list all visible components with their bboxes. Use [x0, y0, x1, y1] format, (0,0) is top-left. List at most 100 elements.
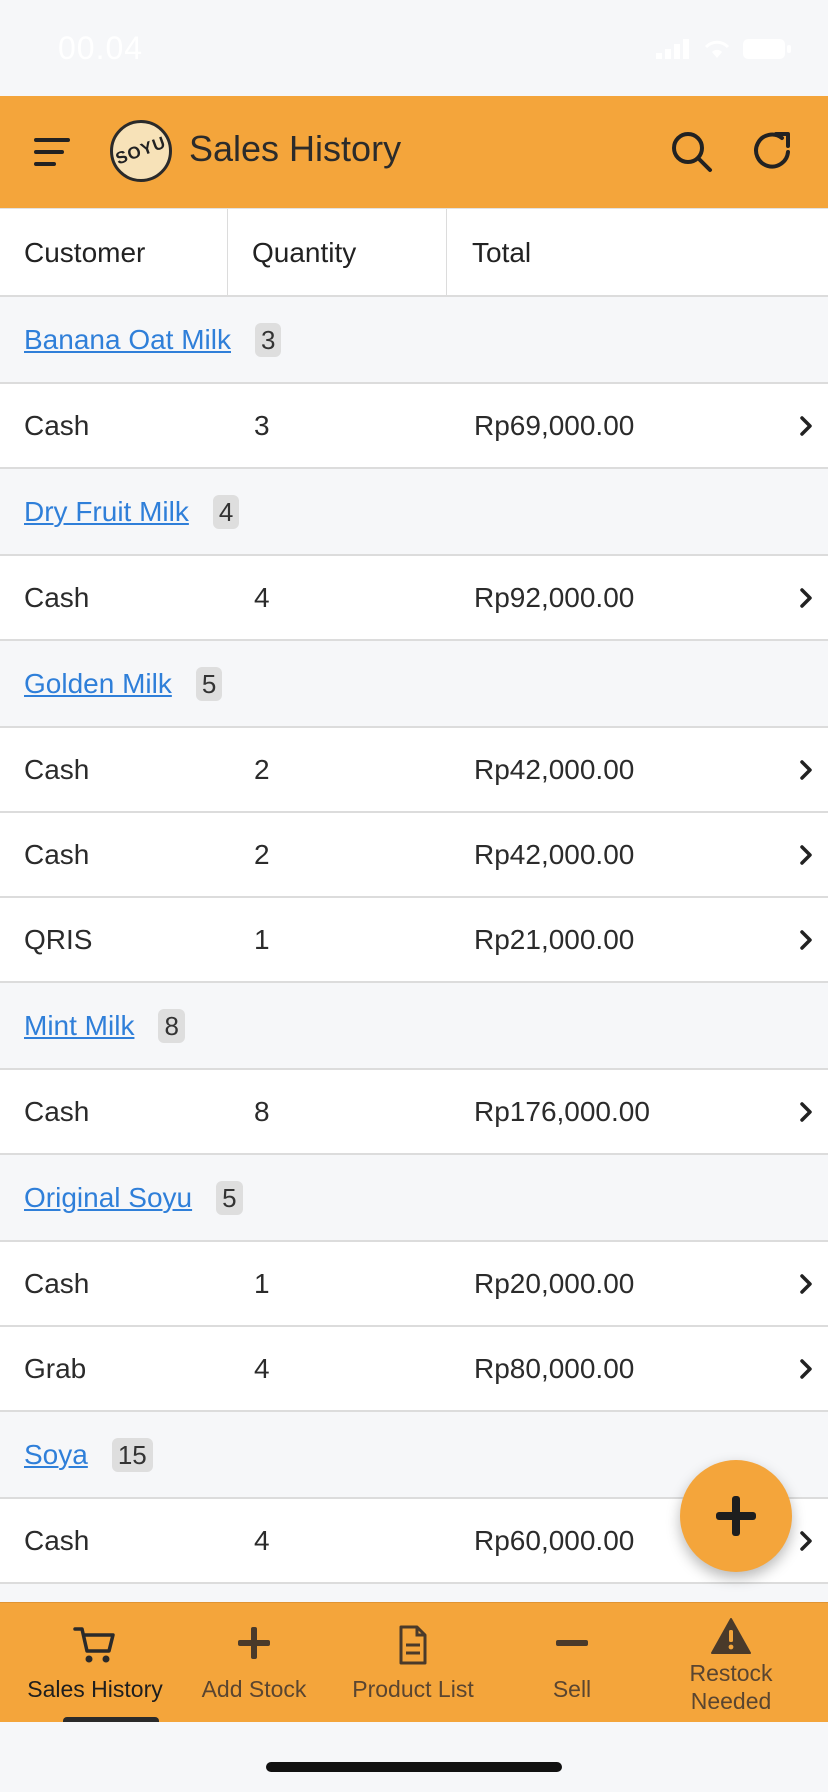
group-count-badge: 4: [212, 494, 240, 529]
cell-total: Rp176,000.00: [474, 1096, 650, 1127]
chevron-right-icon: [800, 588, 812, 608]
chevron-right-icon: [800, 1102, 812, 1122]
column-divider: [446, 209, 447, 296]
group-header: Golden Milk 5: [0, 641, 828, 728]
nav-item-sales-history[interactable]: Sales History: [15, 1603, 175, 1725]
group-link[interactable]: Soya: [24, 1439, 88, 1471]
group-link[interactable]: Original Soyu: [24, 1182, 192, 1214]
refresh-icon: [754, 132, 790, 169]
cell-customer: Cash: [24, 582, 90, 613]
search-icon: [672, 132, 712, 172]
column-divider: [227, 209, 228, 296]
nav-label: Add Stock: [201, 1676, 307, 1702]
cell-quantity: 8: [254, 1096, 270, 1127]
group-link[interactable]: Mint Milk: [24, 1010, 134, 1042]
table-row[interactable]: Cash 1 Rp20,000.00: [0, 1242, 828, 1327]
table-row[interactable]: Cash 2 Rp42,000.00: [0, 813, 828, 898]
cell-customer: Cash: [24, 1525, 90, 1556]
table-row[interactable]: Grab 4 Rp80,000.00: [0, 1327, 828, 1412]
group-header: Original Soyu 5: [0, 1155, 828, 1242]
table-row[interactable]: Cash 2 Rp42,000.00: [0, 728, 828, 813]
cell-total: Rp80,000.00: [474, 1353, 635, 1384]
column-header-quantity[interactable]: Quantity: [252, 209, 356, 296]
chevron-right-icon: [800, 416, 812, 436]
wifi-icon: [704, 40, 730, 58]
column-header-total[interactable]: Total: [472, 209, 531, 296]
home-indicator[interactable]: [266, 1762, 562, 1772]
cell-quantity: 4: [254, 1353, 270, 1384]
cell-total: Rp42,000.00: [474, 839, 635, 870]
cell-total: Rp92,000.00: [474, 582, 635, 613]
group-link[interactable]: Golden Milk: [24, 668, 172, 700]
logo-text: SOYU: [113, 132, 169, 169]
nav-label: Restock Needed: [689, 1660, 773, 1714]
status-icons: [656, 38, 792, 60]
cell-quantity: 1: [254, 1268, 270, 1299]
table-row[interactable]: Cash 4 Rp92,000.00: [0, 556, 828, 641]
group-count-badge: 8: [158, 1008, 185, 1043]
menu-icon: [34, 138, 70, 166]
cell-customer: Cash: [24, 839, 90, 870]
cell-quantity: 4: [254, 582, 270, 613]
chevron-right-icon: [800, 1531, 812, 1551]
chevron-right-icon: [800, 930, 812, 950]
chevron-right-icon: [800, 1274, 812, 1294]
table-row[interactable]: Cash 3 Rp69,000.00: [0, 384, 828, 469]
app-bar: SOYU Sales History: [0, 96, 828, 208]
group-link[interactable]: Banana Oat Milk: [24, 324, 231, 356]
nav-item-restock-needed[interactable]: Restock Needed: [651, 1603, 811, 1723]
table-row[interactable]: Cash 8 Rp176,000.00: [0, 1070, 828, 1155]
status-bar: 00.04: [0, 0, 828, 96]
cell-customer: QRIS: [24, 924, 93, 955]
group-count-badge: 3: [255, 322, 282, 357]
cell-customer: Cash: [24, 754, 90, 785]
nav-item-product-list[interactable]: Product List: [333, 1603, 493, 1723]
battery-icon: [743, 39, 791, 59]
sales-list: Banana Oat Milk 3 Cash 3 Rp69,000.00 Dry…: [0, 297, 828, 1584]
group-header: Mint Milk 8: [0, 983, 828, 1070]
cell-quantity: 4: [254, 1525, 270, 1556]
app-logo: SOYU: [110, 120, 172, 182]
home-area: [0, 1722, 828, 1792]
column-header-customer[interactable]: Customer: [24, 209, 145, 296]
document-icon: [399, 1625, 427, 1665]
cell-total: Rp20,000.00: [474, 1268, 635, 1299]
nav-label: Sales History: [27, 1676, 163, 1702]
table-header: Customer Quantity Total: [0, 208, 828, 297]
refresh-button[interactable]: [748, 126, 798, 176]
cell-quantity: 1: [254, 924, 270, 955]
group-count-badge: 15: [111, 1437, 153, 1472]
chevron-right-icon: [800, 1359, 812, 1379]
nav-item-sell[interactable]: Sell: [492, 1603, 652, 1723]
bottom-nav: Sales History Add Stock Product List Sel…: [0, 1602, 828, 1725]
minus-icon: [556, 1640, 588, 1646]
page-title: Sales History: [189, 128, 402, 169]
signal-icon: [656, 39, 689, 59]
plus-icon: [238, 1627, 270, 1659]
cell-total: Rp42,000.00: [474, 754, 635, 785]
cart-icon: [73, 1627, 115, 1663]
cell-customer: Cash: [24, 410, 90, 441]
plus-icon: [716, 1496, 756, 1536]
group-header: Banana Oat Milk 3: [0, 297, 828, 384]
group-link[interactable]: Dry Fruit Milk: [24, 496, 189, 528]
nav-item-add-stock[interactable]: Add Stock: [174, 1603, 334, 1723]
chevron-right-icon: [800, 760, 812, 780]
cell-customer: Grab: [24, 1353, 87, 1384]
table-row[interactable]: QRIS 1 Rp21,000.00: [0, 898, 828, 983]
cell-total: Rp21,000.00: [474, 924, 635, 955]
cell-total: Rp69,000.00: [474, 410, 635, 441]
menu-button[interactable]: [28, 130, 76, 174]
cell-quantity: 3: [254, 410, 270, 441]
cell-quantity: 2: [254, 754, 270, 785]
warning-icon: [711, 1618, 751, 1654]
cell-quantity: 2: [254, 839, 270, 870]
search-button[interactable]: [668, 128, 716, 176]
nav-label: Sell: [552, 1676, 592, 1702]
group-count-badge: 5: [195, 666, 223, 701]
group-count-badge: 5: [216, 1180, 243, 1215]
group-header: Dry Fruit Milk 4: [0, 469, 828, 556]
add-sale-fab[interactable]: [680, 1460, 792, 1572]
cell-customer: Cash: [24, 1268, 90, 1299]
cell-customer: Cash: [24, 1096, 90, 1127]
